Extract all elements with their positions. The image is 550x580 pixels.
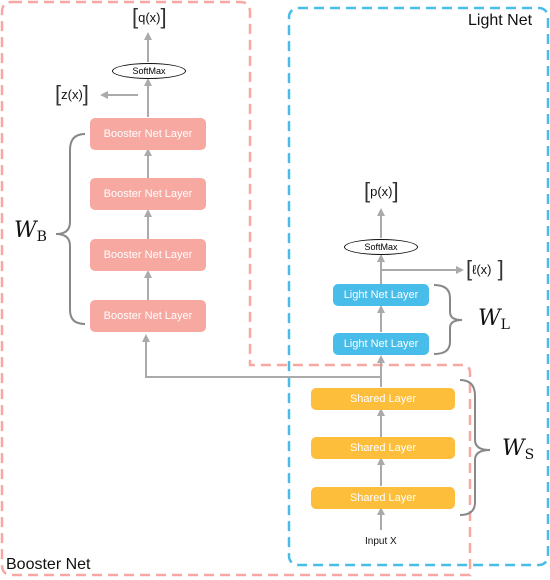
booster-layer-3: Booster Net Layer bbox=[90, 239, 206, 271]
shared-layer-1: Shared Layer bbox=[311, 388, 455, 410]
booster-net-title: Booster Net bbox=[6, 556, 91, 573]
shared-layer-2: Shared Layer bbox=[311, 437, 455, 459]
brace-booster bbox=[55, 133, 86, 325]
light-layer-1: Light Net Layer bbox=[333, 284, 429, 306]
input-label: Input X bbox=[365, 536, 397, 547]
weight-booster-label: WB bbox=[14, 218, 47, 245]
q-output-text: q(x) bbox=[138, 9, 161, 25]
booster-layer-2: Booster Net Layer bbox=[90, 178, 206, 210]
weight-light-label: WL bbox=[478, 306, 510, 333]
shared-layer-3: Shared Layer bbox=[311, 487, 455, 509]
brace-light bbox=[433, 284, 463, 355]
booster-layer-1: Booster Net Layer bbox=[90, 118, 206, 150]
light-net-title: Light Net bbox=[468, 12, 533, 29]
l-output: [ℓ(x) ] bbox=[466, 256, 504, 281]
z-output: [z(x)] bbox=[55, 81, 89, 106]
booster-softmax: SoftMax bbox=[112, 63, 186, 79]
l-output-text: ℓ(x) bbox=[472, 261, 492, 277]
z-output-text: z(x) bbox=[61, 86, 83, 102]
p-output-text: p(x) bbox=[370, 183, 393, 199]
booster-layer-4: Booster Net Layer bbox=[90, 300, 206, 332]
weight-shared-label: WS bbox=[502, 436, 535, 463]
p-output: [p(x)] bbox=[364, 178, 399, 203]
light-layer-2: Light Net Layer bbox=[333, 333, 429, 355]
q-output: [q(x)] bbox=[132, 4, 167, 29]
light-softmax: SoftMax bbox=[344, 239, 418, 255]
brace-shared bbox=[459, 379, 491, 516]
